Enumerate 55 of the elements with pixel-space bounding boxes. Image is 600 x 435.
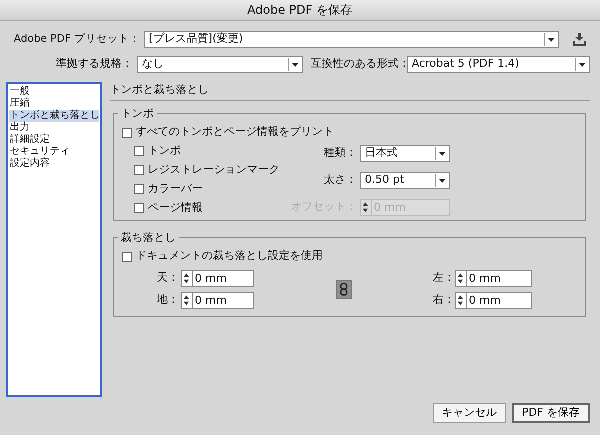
number-field[interactable]: 0 mm (466, 270, 532, 286)
group-legend: 裁ち落とし (118, 230, 179, 246)
stepper-icon[interactable] (360, 199, 371, 216)
field-label: 地： (156, 292, 179, 308)
checkbox[interactable] (122, 128, 132, 138)
checkbox[interactable] (122, 252, 132, 262)
field-label: 準拠する規格： (55, 56, 133, 72)
dialog-button[interactable]: キャンセル (433, 403, 506, 423)
caret-icon (544, 32, 558, 47)
link-button[interactable] (336, 280, 352, 298)
checkbox[interactable] (134, 203, 144, 213)
chain-icon (340, 282, 348, 296)
checkbox[interactable] (134, 184, 144, 194)
field-label: 天： (156, 270, 179, 286)
sidebar-item[interactable]: セキュリティ (9, 146, 99, 158)
weight-dropdown[interactable]: 0.50 pt (360, 172, 450, 189)
number-field[interactable]: 0 mm (192, 292, 254, 308)
checkbox[interactable] (134, 165, 144, 175)
checkbox-label: トンボ (148, 142, 181, 159)
checkbox-label: カラーバー (148, 180, 203, 197)
number-field[interactable]: 0 mm (466, 292, 532, 308)
checkbox-label: ドキュメントの裁ち落とし設定を使用 (136, 248, 323, 264)
window-title: Adobe PDF を保存 (248, 3, 352, 17)
stepper-icon[interactable] (181, 270, 192, 286)
compatibility-dropdown[interactable]: Acrobat 5 (PDF 1.4) (407, 56, 590, 73)
type-dropdown[interactable]: 日本式 (360, 145, 450, 162)
field-label: 太さ： (323, 172, 357, 188)
field-label: 右： (433, 292, 453, 308)
sidebar-item[interactable]: トンボと裁ち落とし (9, 110, 99, 122)
sidebar-item[interactable]: 設定内容 (9, 158, 99, 170)
field-label: 互換性のある形式： (311, 56, 403, 72)
download-icon[interactable] (573, 33, 586, 46)
number-field[interactable]: 0 mm (192, 270, 254, 286)
sidebar-item[interactable]: 詳細設定 (9, 134, 99, 146)
checkbox-label: レジストレーションマーク (148, 162, 280, 178)
standard-dropdown[interactable]: なし (137, 56, 303, 73)
dialog-button[interactable]: PDF を保存 (512, 403, 590, 423)
preset-dropdown[interactable]: [プレス品質](変更) (144, 31, 559, 48)
caret-icon (435, 173, 449, 188)
checkbox-label: すべてのトンボとページ情報をプリント (136, 124, 334, 140)
caret-icon (288, 57, 302, 72)
checkbox-label: ページ情報 (148, 200, 203, 216)
stepper-icon[interactable] (181, 292, 192, 308)
field-label: 種類： (323, 145, 357, 162)
field-label: 左： (433, 270, 453, 286)
sidebar-item[interactable]: 圧縮 (9, 98, 99, 110)
sidebar-item[interactable]: 一般 (9, 86, 99, 98)
section-title: トンボと裁ち落とし (110, 83, 209, 96)
stepper-icon[interactable] (455, 292, 466, 308)
stepper-icon[interactable] (455, 270, 466, 286)
checkbox[interactable] (134, 146, 144, 156)
sidebar-item[interactable]: 出力 (9, 122, 99, 134)
field-label: Adobe PDF プリセット： (14, 32, 140, 47)
caret-icon (575, 57, 589, 72)
caret-icon (435, 146, 449, 161)
